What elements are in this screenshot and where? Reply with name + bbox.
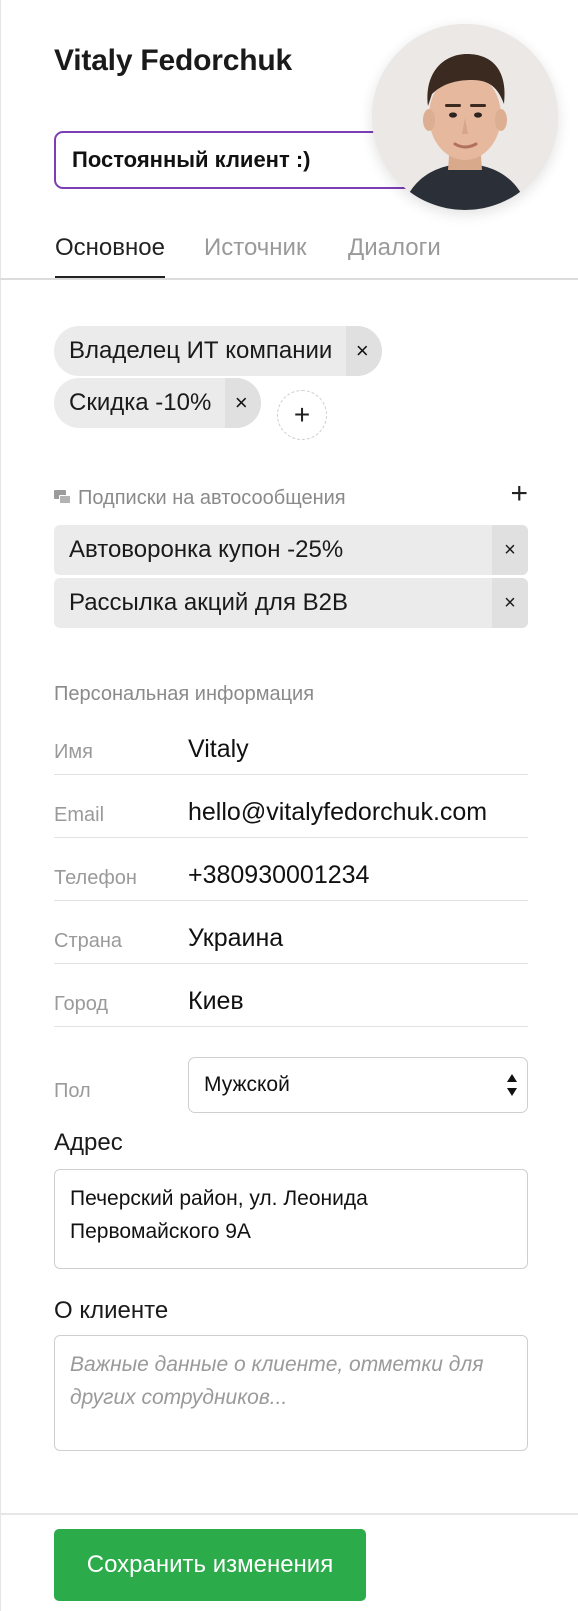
city-input[interactable]: Киев	[188, 987, 244, 1016]
tab-dialogs[interactable]: Диалоги	[348, 234, 441, 276]
subscription-label: Рассылка акций для B2B	[69, 589, 348, 616]
tag-item: Скидка -10% ×	[54, 378, 262, 428]
add-tag-button[interactable]: +	[277, 390, 327, 440]
chat-bubbles-icon	[54, 490, 72, 506]
phone-input[interactable]: +380930001234	[188, 861, 369, 890]
field-label: Телефон	[54, 867, 137, 889]
subscriptions-header: Подписки на автосообщения +	[54, 477, 528, 513]
subscriptions-title: Подписки на автосообщения	[78, 486, 346, 509]
field-name: Имя Vitaly	[54, 712, 528, 775]
tag-label: Скидка -10%	[69, 389, 212, 416]
select-arrows-icon	[507, 1074, 517, 1096]
tab-bar: Основное Источник Диалоги	[0, 228, 578, 280]
address-label: Адрес	[54, 1129, 123, 1156]
subscription-remove-icon[interactable]: ×	[492, 578, 528, 628]
footer-divider	[0, 1513, 578, 1515]
field-label: Страна	[54, 930, 123, 952]
field-city: Город Киев	[54, 964, 528, 1027]
about-label: О клиенте	[54, 1297, 169, 1324]
field-phone: Телефон +380930001234	[54, 838, 528, 901]
personal-info-title: Персональная информация	[54, 683, 315, 705]
tag-item: Владелец ИТ компании ×	[54, 326, 383, 376]
contact-name: Vitaly Fedorchuk	[54, 44, 292, 77]
email-input[interactable]: hello@vitalyfedorchuk.com	[188, 798, 487, 827]
tag-label: Владелец ИТ компании	[69, 337, 333, 364]
address-textarea[interactable]: Печерский район, ул. Леонида Первомайско…	[54, 1169, 528, 1269]
tab-source[interactable]: Источник	[204, 234, 306, 276]
field-label: Город	[54, 993, 109, 1015]
field-country: Страна Украина	[54, 901, 528, 964]
subscription-item: Рассылка акций для B2B ×	[54, 578, 528, 628]
add-subscription-button[interactable]: +	[510, 477, 528, 511]
field-label: Имя	[54, 741, 93, 763]
country-input[interactable]: Украина	[188, 924, 283, 953]
subscription-label: Автоворонка купон -25%	[69, 536, 344, 563]
gender-select[interactable]: Мужской	[188, 1057, 528, 1113]
about-textarea[interactable]: Важные данные о клиенте, отметки для дру…	[54, 1335, 528, 1451]
field-email: Email hello@vitalyfedorchuk.com	[54, 775, 528, 838]
gender-label: Пол	[54, 1080, 91, 1102]
tag-remove-icon[interactable]: ×	[346, 326, 383, 376]
subscription-remove-icon[interactable]: ×	[492, 525, 528, 575]
gender-selected-value: Мужской	[204, 1073, 290, 1096]
field-label: Email	[54, 804, 105, 826]
subscription-item: Автоворонка купон -25% ×	[54, 525, 528, 575]
avatar-photo	[372, 24, 558, 210]
tag-remove-icon[interactable]: ×	[225, 378, 262, 428]
avatar[interactable]	[372, 24, 558, 210]
save-button[interactable]: Сохранить изменения	[54, 1529, 366, 1601]
name-input[interactable]: Vitaly	[188, 735, 249, 764]
tab-main[interactable]: Основное	[55, 234, 165, 278]
